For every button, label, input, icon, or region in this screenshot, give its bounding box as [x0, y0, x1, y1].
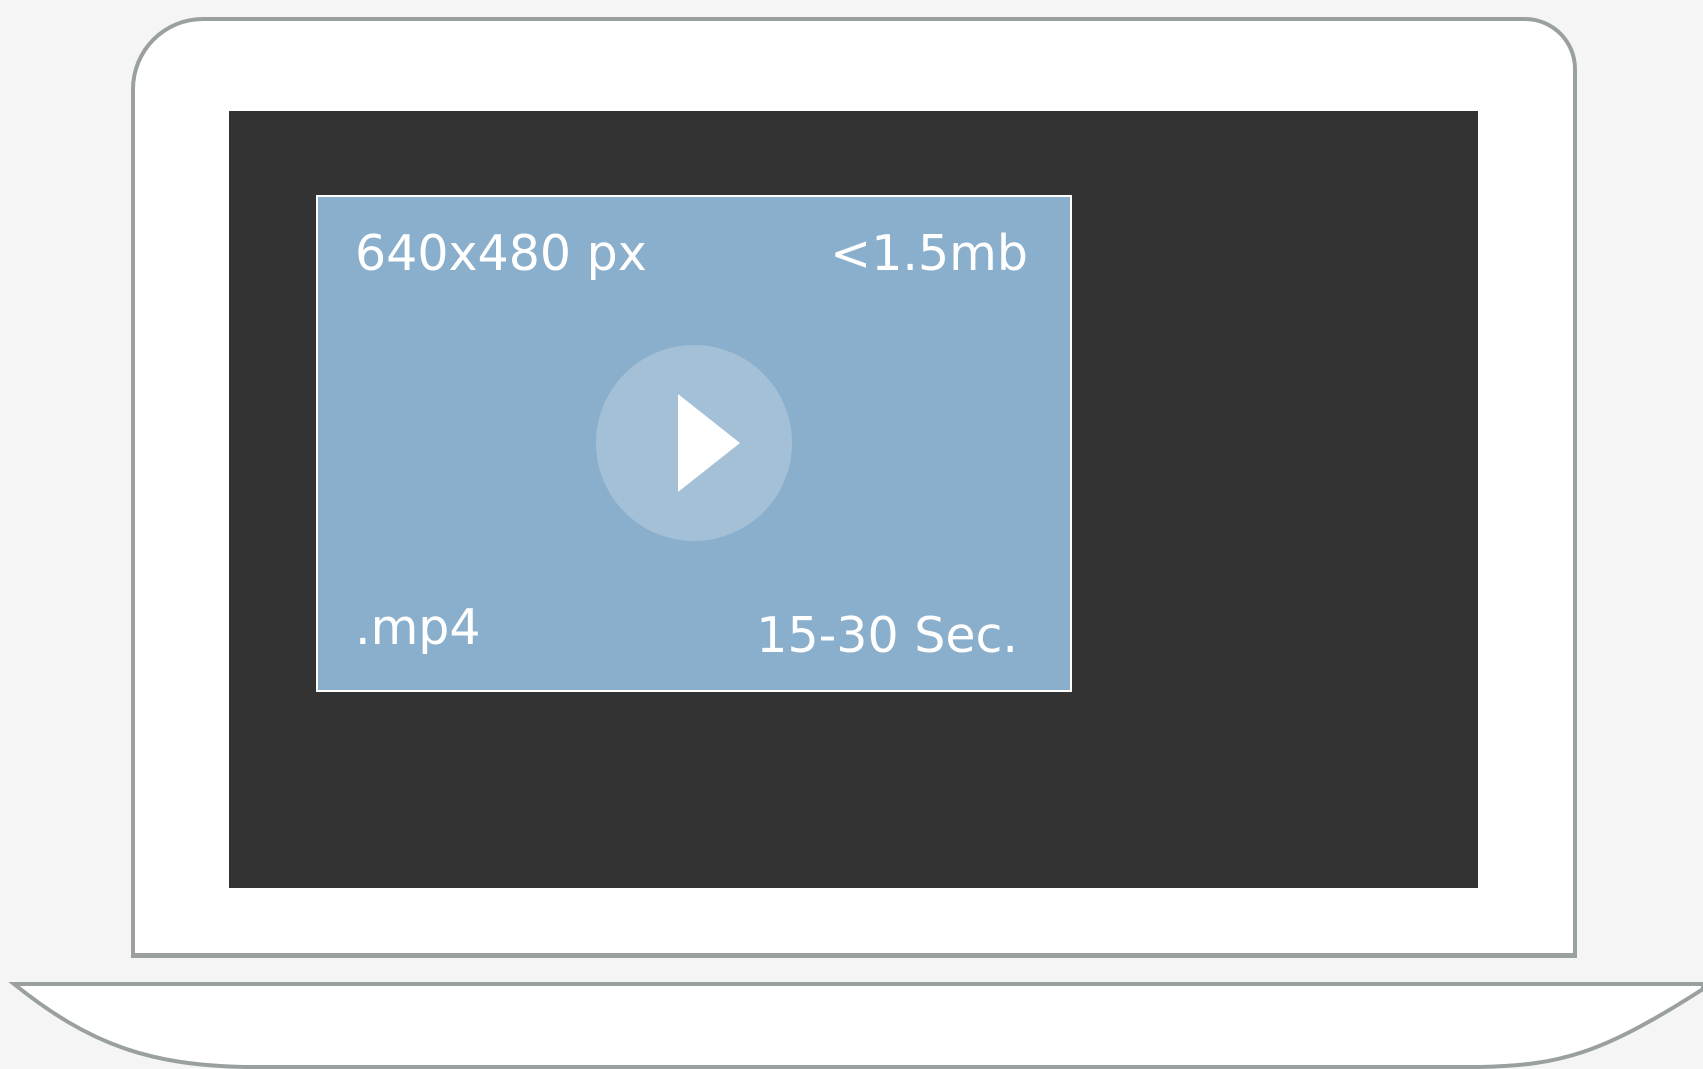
duration-label: 15-30 Sec.: [756, 607, 1018, 664]
play-button[interactable]: [596, 345, 792, 541]
laptop-illustration: 640x480 px <1.5mb .mp4 15-30 Sec.: [0, 0, 1703, 1069]
format-label: .mp4: [355, 599, 481, 656]
laptop-base: [8, 982, 1703, 1069]
resolution-label: 640x480 px: [355, 225, 647, 282]
video-placeholder[interactable]: 640x480 px <1.5mb .mp4 15-30 Sec.: [316, 195, 1072, 692]
file-size-label: <1.5mb: [830, 225, 1028, 282]
play-icon: [678, 394, 740, 492]
